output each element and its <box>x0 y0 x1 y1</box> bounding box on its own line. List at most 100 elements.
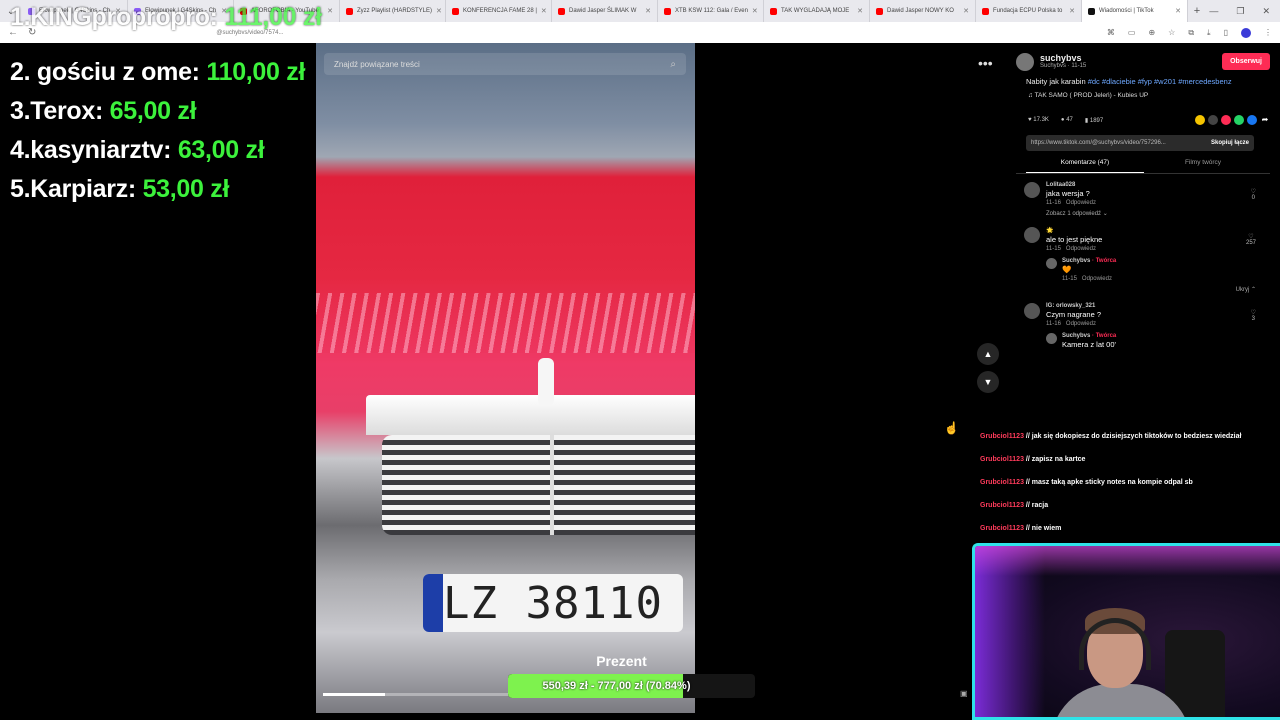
ranking-amount: 111,00 zł <box>224 3 322 31</box>
close-tab-icon[interactable]: ✕ <box>963 7 969 15</box>
reply-username[interactable]: Suchybvs <box>1062 333 1090 339</box>
comment-avatar[interactable] <box>1024 303 1040 319</box>
ranking-place: 4. <box>10 136 31 164</box>
chat-separator: // <box>1023 433 1032 440</box>
follow-button[interactable]: Obserwuj <box>1222 53 1270 70</box>
music-link[interactable]: ♫ TAK SAMO ( PROD Jeleń) - Kubies UP <box>1016 92 1270 99</box>
sidebar-icon[interactable]: ▯ <box>1224 28 1228 37</box>
comment-user[interactable]: IG: orlowsky_321 <box>1046 303 1270 309</box>
send-icon[interactable] <box>1221 115 1231 125</box>
comment-user[interactable]: Lolitaa028 <box>1046 182 1270 188</box>
browser-tab[interactable]: Dawid Jasper NOWY KO ✕ <box>870 0 976 22</box>
more-options-icon[interactable]: ••• <box>978 55 993 71</box>
new-tab-button[interactable]: + <box>1188 5 1206 17</box>
share-buttons: ➦ <box>1195 115 1270 125</box>
comment-like[interactable]: ♡ 0 <box>1251 188 1256 201</box>
comment-text: ale to jest piękne <box>1046 235 1103 244</box>
author-name[interactable]: suchybvs <box>1040 53 1086 63</box>
whatsapp-icon[interactable] <box>1234 115 1244 125</box>
comment-like[interactable]: ♡ 3 <box>1251 309 1256 322</box>
ranking-place: 5. <box>10 175 31 203</box>
close-tab-icon[interactable]: ✕ <box>857 7 863 15</box>
goal-title: Prezent <box>596 653 647 669</box>
reply-button[interactable]: Odpowiedz <box>1066 246 1096 252</box>
extensions-icon[interactable]: ⧉ <box>1188 28 1194 38</box>
browser-tab[interactable]: Dawid Jasper ŚLIMAK W ✕ <box>552 0 658 22</box>
close-tab-icon[interactable]: ✕ <box>436 7 442 15</box>
previous-video-button[interactable]: ▲ <box>977 343 999 365</box>
close-window-icon[interactable]: ✕ <box>1262 6 1270 17</box>
comment-like[interactable]: ♡ 257 <box>1246 233 1256 246</box>
goal-text: 550,39 zł - 777,00 zł (70.84%) <box>542 680 691 692</box>
tab-label: Fundacja ECPU Polska to <box>993 8 1063 14</box>
bookmark-star-icon[interactable]: ☆ <box>1168 28 1175 37</box>
embed-icon[interactable] <box>1208 115 1218 125</box>
close-tab-icon[interactable]: ✕ <box>1175 7 1181 15</box>
author-avatar[interactable] <box>1016 53 1034 71</box>
cast-icon[interactable]: ▭ <box>1128 28 1136 37</box>
chat-text: racja <box>1031 502 1049 509</box>
comment-meta: 11-16 Odpowiedz <box>1046 200 1270 206</box>
related-search-input[interactable]: Znajdź powiązane treści ⌕ <box>324 53 686 75</box>
tab-creator-videos[interactable]: Filmy twórcy <box>1144 159 1262 173</box>
ranking-amount: 53,00 zł <box>142 175 230 203</box>
share-arrow-icon[interactable]: ➦ <box>1260 115 1270 125</box>
reply-avatar[interactable] <box>1046 333 1057 344</box>
ranking-row-3: 3.Terox: 65,00 zł <box>10 92 305 131</box>
menu-icon[interactable]: ⋮ <box>1264 28 1272 37</box>
view-replies-link[interactable]: Zobacz 1 odpowiedź ⌄ <box>1046 210 1270 217</box>
comment-like-count: 3 <box>1251 316 1255 322</box>
tab-label: KONFERENCJA FAME 28 | <box>463 8 537 14</box>
video-frame-detail <box>538 358 554 406</box>
reply-avatar[interactable] <box>1046 258 1057 269</box>
download-icon[interactable]: ⤓ <box>1207 28 1211 38</box>
tab-comments[interactable]: Komentarze (47) <box>1026 159 1144 173</box>
captions-icon[interactable]: ▣ <box>960 689 968 698</box>
browser-tab[interactable]: TAK WYGLADAJĄ MOJE ✕ <box>764 0 870 22</box>
browser-tab[interactable]: Fundacja ECPU Polska to ✕ <box>976 0 1082 22</box>
comment-avatar[interactable] <box>1024 227 1040 243</box>
reply-button[interactable]: Odpowiedz <box>1066 200 1096 206</box>
close-tab-icon[interactable]: ✕ <box>645 7 651 15</box>
translate-icon[interactable]: ⌘ <box>1107 28 1115 37</box>
browser-tab[interactable]: XTB KSW 112: Gala / Even ✕ <box>658 0 764 22</box>
comment-user[interactable]: 🌟 <box>1046 227 1270 234</box>
copy-link-button[interactable]: Skopiuj łącze <box>1211 140 1249 146</box>
reply-button[interactable]: Odpowiedz <box>1082 276 1112 282</box>
comment-avatar[interactable] <box>1024 182 1040 198</box>
video-player[interactable]: LZ 38110 Znajdź powiązane treści ⌕ <box>316 43 695 713</box>
profile-avatar[interactable] <box>1241 27 1251 38</box>
like-button[interactable]: ♥ 17.3K <box>1028 117 1049 123</box>
browser-tab[interactable]: Wiadomości | TikTok ✕ <box>1082 0 1188 22</box>
close-tab-icon[interactable]: ✕ <box>327 7 333 15</box>
ranking-amount: 65,00 zł <box>109 97 197 125</box>
hide-replies-link[interactable]: Ukryj ⌃ <box>1046 286 1270 293</box>
goal-bar: 550,39 zł - 777,00 zł (70.84%) <box>508 674 755 698</box>
close-tab-icon[interactable]: ✕ <box>541 7 547 15</box>
reply-user[interactable]: Suchybvs · Twórca <box>1062 333 1116 339</box>
close-tab-icon[interactable]: ✕ <box>752 7 758 15</box>
close-tab-icon[interactable]: ✕ <box>1069 7 1075 15</box>
minimize-icon[interactable]: — <box>1209 6 1218 17</box>
search-icon[interactable]: ⌕ <box>670 59 676 70</box>
comment-date: 11-16 <box>1046 321 1061 327</box>
comment-item: Lolitaa028 jaka wersja ? 11-16 Odpowiedz… <box>1024 182 1270 217</box>
browser-tab[interactable]: KONFERENCJA FAME 28 | ✕ <box>446 0 552 22</box>
comment-button[interactable]: ● 47 <box>1061 117 1073 123</box>
repost-icon[interactable] <box>1195 115 1205 125</box>
reply-user[interactable]: Suchybvs · Twórca <box>1062 258 1116 264</box>
mouse-cursor-icon: ☝ <box>944 421 959 435</box>
browser-tab[interactable]: Zyzz Playlist (HARDSTYLE) ✕ <box>340 0 446 22</box>
ranking-row-4: 4.kasyniarztv: 63,00 zł <box>10 131 305 170</box>
facebook-icon[interactable] <box>1247 115 1257 125</box>
maximize-icon[interactable]: ❐ <box>1236 6 1244 17</box>
hashtags[interactable]: #dc #dlaciebie #fyp #w201 #mercedesbenz <box>1088 77 1232 86</box>
zoom-icon[interactable]: ⊕ <box>1148 28 1155 37</box>
chat-separator: // <box>1023 525 1032 532</box>
reply-button[interactable]: Odpowiedz <box>1066 321 1096 327</box>
next-video-button[interactable]: ▼ <box>977 371 999 393</box>
chat-user: Grubciol1123 <box>980 479 1024 486</box>
reply-username[interactable]: Suchybvs <box>1062 258 1090 264</box>
comment-meta: 11-15 Odpowiedz <box>1046 246 1270 252</box>
save-button[interactable]: ▮ 1897 <box>1085 117 1103 124</box>
